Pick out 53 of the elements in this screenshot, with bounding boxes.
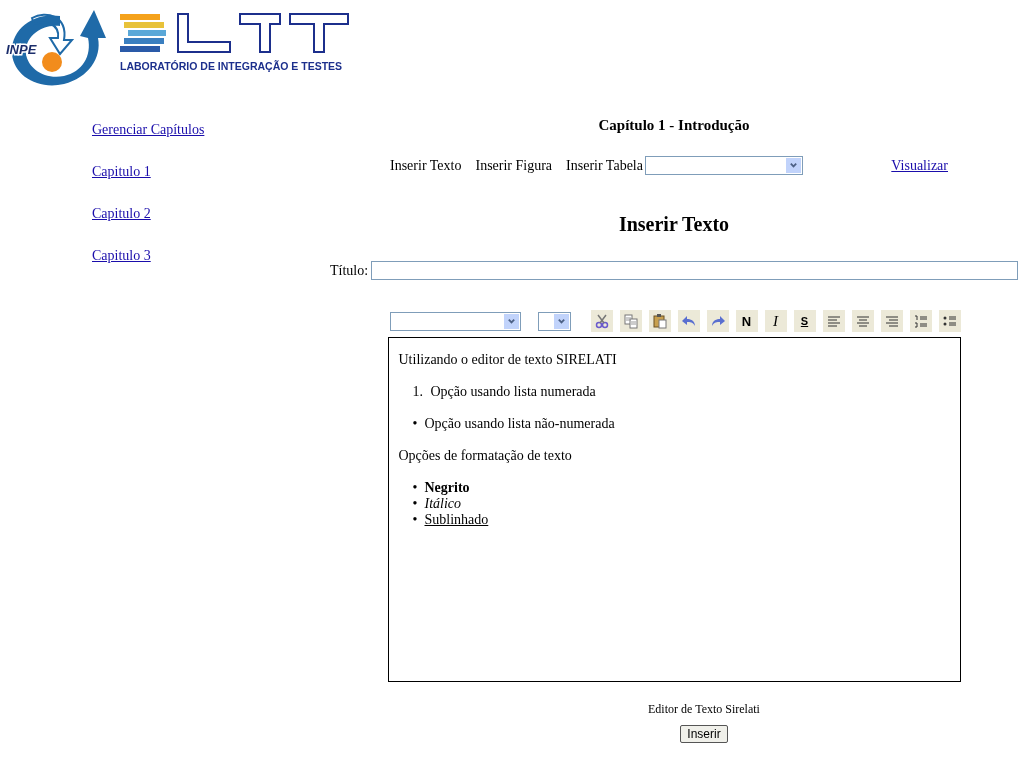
sidebar-link[interactable]: Capitulo 3 bbox=[92, 248, 330, 264]
list-marker: • bbox=[412, 416, 419, 432]
underline-button[interactable]: S bbox=[793, 310, 816, 332]
bold-button[interactable]: N bbox=[735, 310, 758, 332]
italic-button[interactable]: I bbox=[764, 310, 787, 332]
list-marker: • bbox=[412, 512, 419, 528]
title-input[interactable] bbox=[371, 261, 1018, 280]
preview-link[interactable]: Visualizar bbox=[891, 157, 948, 174]
editor-paragraph: Utilizando o editor de texto SIRELATI bbox=[398, 352, 618, 368]
bulleted-list-icon bbox=[941, 313, 958, 329]
align-right-button[interactable] bbox=[880, 310, 903, 332]
redo-arrow-button[interactable] bbox=[706, 310, 729, 332]
clipboard-button[interactable] bbox=[648, 310, 671, 332]
insert-button[interactable]: Inserir bbox=[680, 725, 728, 743]
logo-stripes-icon bbox=[120, 12, 350, 54]
align-center-icon bbox=[854, 313, 871, 329]
size-dropdown[interactable] bbox=[537, 311, 571, 331]
editor-paragraph: Opções de formatação de texto bbox=[398, 448, 573, 464]
list-marker: • bbox=[412, 480, 419, 496]
list-item-text: Negrito bbox=[424, 480, 470, 496]
numbered-list-icon bbox=[912, 313, 929, 329]
bulleted-list-button[interactable] bbox=[938, 310, 961, 332]
table-dropdown[interactable] bbox=[644, 156, 803, 175]
sidebar-link[interactable]: Capitulo 2 bbox=[92, 206, 330, 222]
action-label[interactable]: Inserir Texto bbox=[390, 157, 462, 174]
sidebar-link[interactable]: Gerenciar Capítulos bbox=[92, 122, 330, 138]
list-marker: 1. bbox=[412, 384, 424, 400]
action-label[interactable]: Inserir Tabela bbox=[566, 157, 643, 174]
clipboard-icon bbox=[651, 313, 668, 329]
chapter-title: Capítulo 1 - Introdução bbox=[598, 117, 750, 134]
logo-subtitle: LABORATÓRIO DE INTEGRAÇÃO E TESTES bbox=[120, 60, 344, 72]
align-center-button[interactable] bbox=[851, 310, 874, 332]
action-label[interactable]: Inserir Figura bbox=[475, 157, 553, 174]
copy-button[interactable] bbox=[619, 310, 642, 332]
undo-arrow-button[interactable] bbox=[677, 310, 700, 332]
align-right-icon bbox=[883, 313, 900, 329]
text-editor[interactable]: Utilizando o editor de texto SIRELATI 1. Opção usando lista numerada • Opção usando lista não-numerada Opções de formatação de texto • Negrito • Itálico • Sublinhado bbox=[387, 337, 961, 682]
align-left-icon bbox=[825, 313, 842, 329]
list-item-text: Opção usando lista numerada bbox=[430, 384, 596, 400]
list-item-text: Itálico bbox=[424, 496, 462, 512]
font-dropdown[interactable] bbox=[389, 311, 521, 331]
list-marker: • bbox=[412, 496, 419, 512]
sidebar-link[interactable]: Capitulo 1 bbox=[92, 164, 330, 180]
section-heading: Inserir Texto bbox=[618, 213, 730, 236]
list-item-text: Sublinhado bbox=[424, 512, 489, 528]
copy-icon bbox=[622, 313, 639, 329]
list-item-text: Opção usando lista não-numerada bbox=[424, 416, 615, 432]
editor-caption: Editor de Texto Sirelati bbox=[648, 702, 760, 717]
numbered-list-button[interactable] bbox=[909, 310, 932, 332]
field-label: Título: bbox=[330, 262, 369, 279]
scissors-button[interactable] bbox=[590, 310, 613, 332]
scissors-icon bbox=[593, 313, 610, 329]
align-left-button[interactable] bbox=[822, 310, 845, 332]
